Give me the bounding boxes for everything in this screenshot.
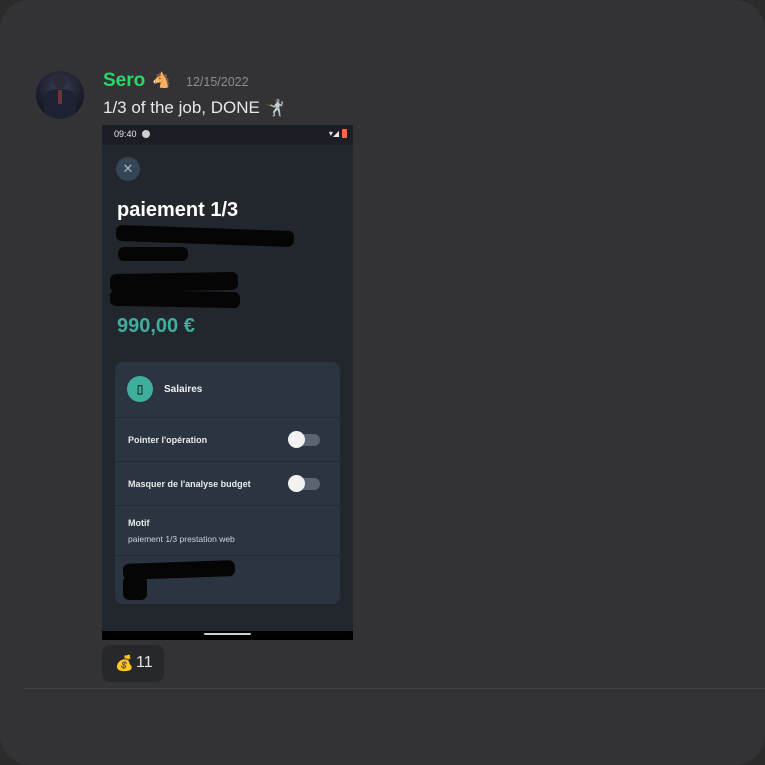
redaction-scribble	[123, 576, 147, 600]
chat-window: Sero 🐴 12/15/2022 1/3 of the job, DONE 🤺…	[0, 0, 765, 765]
avatar-head	[54, 75, 66, 89]
phone-status-bar: 09:40 ▾◢	[102, 125, 353, 145]
motif-value: paiement 1/3 prestation web	[128, 534, 235, 544]
payment-title: paiement 1/3	[117, 199, 239, 221]
signal-wifi-icon: ▾◢	[328, 129, 339, 138]
budget-toggle[interactable]	[288, 475, 320, 492]
notification-icon	[142, 130, 150, 138]
toggle-row: Masquer de l'analyse budget	[115, 462, 340, 506]
pointer-toggle[interactable]	[288, 431, 320, 448]
message-text: 1/3 of the job, DONE 🤺	[103, 98, 285, 118]
reaction-button[interactable]: 💰 11	[102, 645, 164, 682]
money-bag-icon: 💰	[115, 655, 134, 672]
toggle-row: Pointer l'opération	[115, 418, 340, 462]
message-timestamp: 12/15/2022	[186, 75, 249, 89]
toggle-label: Pointer l'opération	[128, 435, 208, 445]
battery-icon	[342, 129, 347, 138]
redaction-scribble	[118, 247, 188, 261]
close-icon[interactable]: ✕	[116, 157, 140, 181]
redaction-scribble	[109, 289, 241, 309]
status-time: 09:40	[114, 129, 137, 139]
message-divider	[24, 688, 765, 689]
toggle-knob	[288, 475, 305, 492]
receipt-icon: ▯	[127, 376, 153, 402]
toggle-label: Masquer de l'analyse budget	[128, 479, 251, 489]
category-row[interactable]: ▯ Salaires	[115, 362, 340, 418]
horse-badge-icon: 🐴	[152, 72, 171, 89]
details-card: ▯ Salaires Pointer l'opération Masquer d…	[115, 362, 340, 604]
motif-row: Motif paiement 1/3 prestation web	[115, 506, 340, 556]
image-attachment[interactable]: 09:40 ▾◢ ✕ paiement 1/3 990,00 € ▯ Salai…	[102, 125, 353, 640]
username[interactable]: Sero	[103, 70, 145, 92]
avatar-tie	[58, 90, 62, 104]
fencing-emoji-icon: 🤺	[264, 100, 285, 117]
toggle-knob	[288, 431, 305, 448]
home-indicator	[204, 633, 251, 635]
message-body: 1/3 of the job, DONE	[103, 98, 260, 117]
motif-label: Motif	[128, 518, 150, 528]
phone-nav-bar	[102, 631, 353, 640]
avatar[interactable]	[36, 71, 84, 119]
payment-amount: 990,00 €	[117, 315, 195, 337]
reaction-count: 11	[136, 654, 153, 671]
redaction-scribble	[109, 271, 239, 293]
category-label: Salaires	[164, 384, 203, 395]
redaction-scribble	[115, 224, 295, 248]
